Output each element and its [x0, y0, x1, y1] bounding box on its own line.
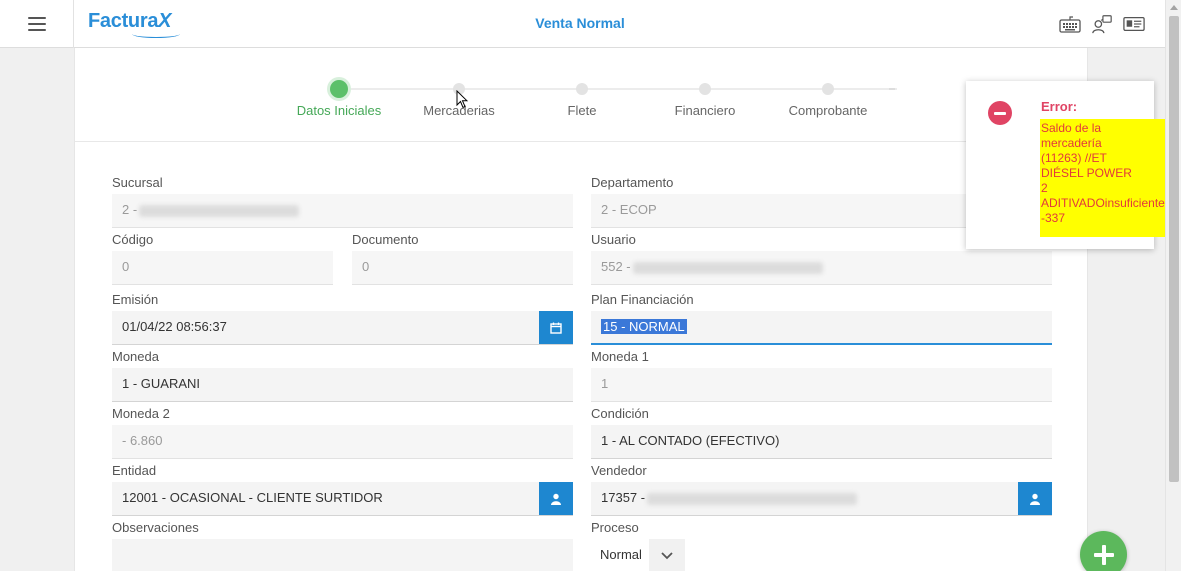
vendedor-search-button[interactable]	[1018, 482, 1052, 515]
top-bar: FacturaX Venta Normal	[0, 0, 1165, 48]
redacted-text	[139, 204, 300, 217]
add-button[interactable]	[1080, 531, 1127, 571]
plan-financiacion-label: Plan Financiación	[591, 292, 694, 307]
page-title: Venta Normal	[535, 15, 625, 31]
moneda-input[interactable]: 1 - GUARANI	[112, 368, 573, 402]
stepper-track	[337, 88, 897, 90]
error-toast: Error: Saldo de la mercadería (11263) //…	[966, 81, 1169, 249]
error-title: Error:	[1041, 99, 1078, 114]
entidad-input[interactable]: 12001 - OCASIONAL - CLIENTE SURTIDOR	[112, 482, 573, 516]
keyboard-icon[interactable]	[1059, 13, 1081, 35]
codigo-input[interactable]: 0	[112, 251, 333, 285]
moneda2-input[interactable]: - 6.860	[112, 425, 573, 459]
entidad-search-button[interactable]	[539, 482, 573, 515]
step-dot-active	[330, 80, 348, 98]
brand-swoosh	[132, 30, 180, 38]
scrollbar[interactable]	[1165, 0, 1181, 571]
moneda-field: Moneda 1 - GUARANI	[112, 349, 573, 402]
condicion-field: Condición 1 - AL CONTADO (EFECTIVO)	[591, 406, 1052, 459]
plan-financiacion-field: Plan Financiación 15 - NORMAL	[591, 292, 1052, 345]
vendedor-field: Vendedor 17357 -	[591, 463, 1052, 516]
documento-input[interactable]: 0	[352, 251, 573, 285]
step-dot	[699, 83, 711, 95]
step-dot	[822, 83, 834, 95]
calendar-button[interactable]	[539, 311, 573, 344]
moneda1-label: Moneda 1	[591, 349, 649, 364]
moneda1-input[interactable]: 1	[591, 368, 1052, 402]
entidad-field: Entidad 12001 - OCASIONAL - CLIENTE SURT…	[112, 463, 573, 516]
calendar-icon	[550, 322, 562, 334]
step-dot	[576, 83, 588, 95]
observaciones-label: Observaciones	[112, 520, 199, 535]
vendedor-input[interactable]: 17357 -	[591, 482, 1052, 516]
documento-label: Documento	[352, 232, 419, 247]
proceso-field: Proceso Normal	[591, 520, 791, 571]
plus-icon	[1093, 544, 1114, 565]
stepper-track-end	[889, 88, 895, 90]
step-label: Datos Iniciales	[296, 103, 382, 118]
condicion-label: Condición	[591, 406, 649, 421]
redacted-text	[647, 492, 858, 505]
sucursal-label: Sucursal	[112, 175, 163, 190]
sucursal-input[interactable]: 2 -	[112, 194, 573, 228]
step-label: Flete	[567, 103, 597, 118]
scrollbar-thumb[interactable]	[1169, 16, 1179, 482]
condicion-input[interactable]: 1 - AL CONTADO (EFECTIVO)	[591, 425, 1052, 459]
entidad-label: Entidad	[112, 463, 157, 478]
vendedor-label: Vendedor	[591, 463, 647, 478]
scroll-up-arrow[interactable]	[1170, 5, 1178, 10]
sucursal-field: Sucursal 2 -	[112, 175, 573, 228]
codigo-label: Código	[112, 232, 154, 247]
error-message: Saldo de la mercadería (11263) //ET DIÉS…	[1040, 119, 1169, 237]
chevron-down-icon[interactable]	[649, 539, 685, 571]
moneda2-label: Moneda 2	[112, 406, 170, 421]
emision-input[interactable]: 01/04/22 08:56:37	[112, 311, 573, 345]
codigo-field: Código 0	[112, 232, 333, 285]
users-network-icon[interactable]	[1091, 13, 1113, 35]
moneda2-field: Moneda 2 - 6.860	[112, 406, 573, 459]
moneda1-field: Moneda 1 1	[591, 349, 1052, 402]
selected-text: 15 - NORMAL	[601, 319, 687, 334]
redacted-text	[632, 261, 823, 274]
emision-label: Emisión	[112, 292, 159, 307]
wizard-stepper: Datos Iniciales Mercaderias Flete Financ…	[75, 48, 1089, 142]
observaciones-field: Observaciones	[112, 520, 573, 571]
usuario-input[interactable]: 552 -	[591, 251, 1052, 285]
moneda-label: Moneda	[112, 349, 159, 364]
id-card-icon[interactable]	[1123, 13, 1145, 35]
main-card: Datos Iniciales Mercaderias Flete Financ…	[74, 48, 1089, 571]
plan-financiacion-input[interactable]: 15 - NORMAL	[591, 311, 1052, 345]
step-label: Financiero	[674, 103, 736, 118]
step-label: Comprobante	[788, 103, 868, 118]
user-icon	[1030, 493, 1040, 505]
documento-field: Documento 0	[352, 232, 573, 285]
observaciones-input[interactable]	[112, 539, 573, 571]
emision-field: Emisión 01/04/22 08:56:37	[112, 292, 573, 345]
mouse-cursor-icon	[456, 89, 469, 112]
user-icon	[551, 493, 561, 505]
minus-circle-icon	[988, 101, 1012, 125]
proceso-select[interactable]: Normal	[591, 539, 685, 571]
proceso-label: Proceso	[591, 520, 639, 535]
